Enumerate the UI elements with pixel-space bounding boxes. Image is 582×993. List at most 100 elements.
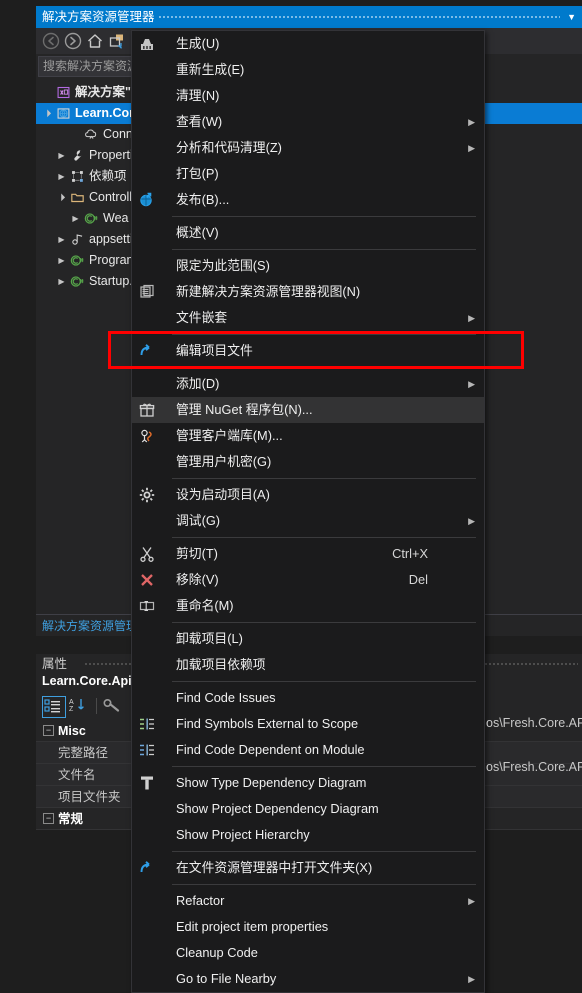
svg-text:A: A [69,699,74,706]
collapse-toggle-icon[interactable]: − [43,725,54,736]
menu-item-v[interactable]: 移除(V) Del [132,567,484,593]
menu-item-label: 管理用户机密(G) [176,454,272,469]
property-value-overflow: os\Fresh.Core.API [486,716,582,730]
menu-item-m[interactable]: 重命名(M) [132,593,484,619]
menu-separator [172,367,476,368]
menu-item-label: 剪切(T) [176,546,218,561]
menu-item-v[interactable]: 概述(V) [132,220,484,246]
collapsed-twisty-icon[interactable]: ▶ [56,229,67,250]
menu-item-label: Show Project Hierarchy [176,827,310,842]
menu-item-g[interactable]: 管理用户机密(G) [132,449,484,475]
menu-item-[interactable]: 文件嵌套 ▶ [132,305,484,331]
properties-title: 属性 [42,657,68,671]
menu-item-e[interactable]: 重新生成(E) [132,57,484,83]
gear-icon [138,486,156,504]
menu-item-label: 添加(D) [176,376,220,391]
menu-item-[interactable]: 编辑项目文件 [132,338,484,364]
submenu-arrow-icon: ▶ [468,143,475,153]
collapsed-twisty-icon[interactable]: ▶ [56,166,67,187]
web-project-icon [56,103,73,124]
collapsed-twisty-icon[interactable]: ▶ [56,250,67,271]
sync-with-active-document-icon[interactable] [108,32,126,50]
submenu-arrow-icon: ▶ [468,516,475,526]
solution-explorer-title: 解决方案资源管理器 [42,10,155,24]
menu-item-cleanup-code[interactable]: Cleanup Code [132,940,484,966]
connected-services-icon [84,124,101,145]
new-solution-explorer-view-icon [138,283,156,301]
menu-item-label: 设为启动项目(A) [176,487,270,502]
build-icon [138,35,156,53]
csharp-icon [70,250,87,271]
menu-separator [172,334,476,335]
menu-item-show-project-hierarchy[interactable]: Show Project Hierarchy [132,822,484,848]
menu-item-show-project-dependency-diagram[interactable]: Show Project Dependency Diagram [132,796,484,822]
menu-item-shortcut: Del [408,572,428,587]
menu-item-label: 调试(G) [176,513,221,528]
visual-studio-window: 解决方案资源管理器 ▼ 搜索解决方案资源管理器 解决方案"Fresh ◢ Learn… [0,0,582,993]
property-category-label: 常规 [58,812,84,826]
menu-item-go-to-file-nearby[interactable]: Go to File Nearby ▶ [132,966,484,992]
alphabetical-sort-icon[interactable]: AZ [68,696,90,716]
menu-item-show-type-dependency-diagram[interactable]: Show Type Dependency Diagram [132,770,484,796]
menu-item-edit-project-item-properties[interactable]: Edit project item properties [132,914,484,940]
menu-item-l[interactable]: 卸载项目(L) [132,626,484,652]
chevron-down-icon[interactable]: ▼ [567,6,576,28]
edit-project-file-icon [138,342,156,360]
menu-item-nuget-n[interactable]: 管理 NuGet 程序包(N)... [132,397,484,423]
menu-item-z[interactable]: 分析和代码清理(Z) ▶ [132,135,484,161]
menu-item-label: Show Project Dependency Diagram [176,801,379,816]
menu-item-n[interactable]: 新建解决方案资源管理器视图(N) [132,279,484,305]
find-symbols-icon [138,715,156,733]
property-name: 项目文件夹 [58,790,121,804]
cut-icon [138,545,156,563]
menu-item-label: Find Code Dependent on Module [176,742,365,757]
menu-separator [172,537,476,538]
menu-separator [172,622,476,623]
property-pages-icon[interactable] [102,696,124,716]
dependencies-icon [70,166,87,187]
forward-icon[interactable] [64,32,82,50]
menu-item-d[interactable]: 添加(D) ▶ [132,371,484,397]
menu-separator [172,216,476,217]
menu-item-x[interactable]: 在文件资源管理器中打开文件夹(X) [132,855,484,881]
menu-item-label: 文件嵌套 [176,310,228,325]
menu-item-find-code-dependent-on-module[interactable]: Find Code Dependent on Module [132,737,484,763]
collapsed-twisty-icon[interactable]: ▶ [56,145,67,166]
property-name: 文件名 [58,768,96,782]
menu-item-label: Find Code Issues [176,690,276,705]
menu-item-m[interactable]: 管理客户端库(M)... [132,423,484,449]
submenu-arrow-icon: ▶ [468,896,475,906]
menu-item-[interactable]: 加载项目依赖项 [132,652,484,678]
home-icon[interactable] [86,32,104,50]
menu-item-refactor[interactable]: Refactor ▶ [132,888,484,914]
submenu-arrow-icon: ▶ [468,313,475,323]
menu-item-label: 重新生成(E) [176,62,245,77]
menu-item-u[interactable]: 生成(U) [132,31,484,57]
menu-item-s[interactable]: 限定为此范围(S) [132,253,484,279]
menu-item-g[interactable]: 调试(G) ▶ [132,508,484,534]
menu-item-w[interactable]: 查看(W) ▶ [132,109,484,135]
menu-item-label: 分析和代码清理(Z) [176,140,282,155]
menu-item-p[interactable]: 打包(P) [132,161,484,187]
collapsed-twisty-icon[interactable]: ▶ [56,271,67,292]
menu-item-label: 概述(V) [176,225,219,240]
menu-item-a[interactable]: 设为启动项目(A) [132,482,484,508]
back-icon[interactable] [42,32,60,50]
menu-item-find-code-issues[interactable]: Find Code Issues [132,685,484,711]
menu-item-label: 打包(P) [176,166,219,181]
menu-item-b[interactable]: 发布(B)... [132,187,484,213]
collapsed-twisty-icon[interactable]: ▶ [70,208,81,229]
menu-item-label: Edit project item properties [176,919,329,934]
folder-icon [70,187,87,208]
menu-item-t[interactable]: 剪切(T) Ctrl+X [132,541,484,567]
property-category-label: Misc [58,724,86,738]
menu-item-n[interactable]: 清理(N) [132,83,484,109]
find-dependent-icon [138,741,156,759]
title-dotted-filler [158,15,560,20]
solution-explorer-title-bar[interactable]: 解决方案资源管理器 ▼ [36,6,582,28]
menu-separator [172,884,476,885]
collapse-toggle-icon[interactable]: − [43,813,54,824]
categorized-icon[interactable] [42,696,66,718]
menu-item-find-symbols-external-to-scope[interactable]: Find Symbols External to Scope [132,711,484,737]
tree-item-label: Wea [103,211,129,225]
